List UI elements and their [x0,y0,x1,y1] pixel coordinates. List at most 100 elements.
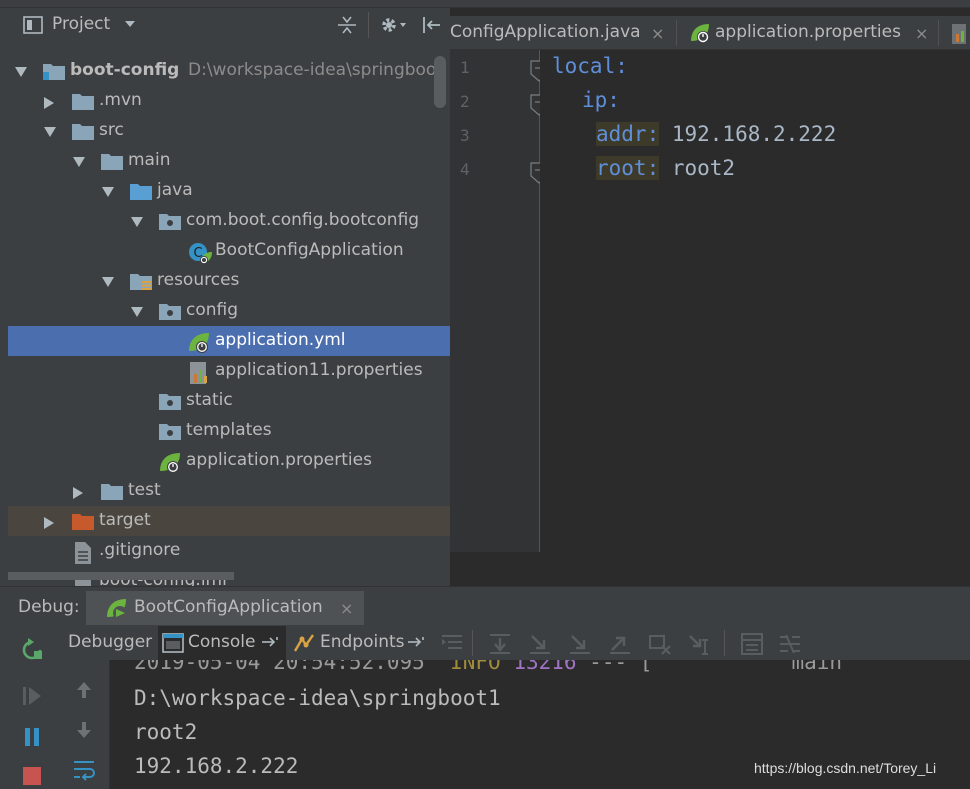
code-editor[interactable]: local: ip: addr: 192.168.2.222 root: root2 [540,50,970,552]
tree-item-label: .gitignore [99,540,181,560]
left-tool-strip [0,8,8,586]
toolbar-divider [724,630,725,656]
tree-item-label: test [128,480,161,500]
editor-empty-area [450,552,970,586]
project-panel-header: Project [8,12,450,52]
pause-icon[interactable] [22,726,42,748]
tree-item-application-properties[interactable]: application.properties [8,446,450,476]
project-view-icon [22,14,44,36]
restore-layout-icon[interactable] [262,636,280,648]
chevron-down-icon[interactable] [72,156,86,168]
collapse-all-icon[interactable] [336,14,358,36]
tab-overflow-file-icon[interactable] [950,22,970,46]
code-line: local: [552,54,628,78]
chevron-down-icon[interactable] [101,276,115,288]
text-file-icon [71,541,95,565]
chevron-right-icon[interactable] [43,516,55,530]
tree-item-mvn[interactable]: .mvn [8,86,450,116]
tab-configapplication-java[interactable]: ConfigApplication.java × [450,16,676,50]
tree-item-com-boot-config-bootconfig[interactable]: com.boot.config.bootconfig [8,206,450,236]
log-timestamp: 2019-05-04 20:54:52.095 [134,660,425,674]
folder-icon [71,91,95,111]
tree-item-label: static [186,390,233,410]
chevron-down-icon[interactable] [130,216,144,228]
package-icon [158,211,182,231]
chevron-right-icon[interactable] [72,486,84,500]
tree-item-label: BootConfigApplication [215,240,404,260]
arrow-down-icon[interactable] [74,720,94,740]
drop-frame-icon[interactable] [648,632,672,656]
soft-wrap-icon[interactable] [72,758,96,782]
restore-layout-icon[interactable] [408,636,426,648]
console-icon [162,632,184,654]
stop-icon[interactable] [22,766,42,786]
tree-scrollbar[interactable] [434,56,446,108]
step-over-icon[interactable] [488,632,512,656]
folder-icon [100,481,124,501]
tree-item-test[interactable]: test [8,476,450,506]
resume-icon[interactable] [20,684,44,708]
console-side-toolbar [58,660,110,789]
tree-item-label: application11.properties [215,360,423,380]
gear-icon[interactable] [378,14,408,36]
endpoints-icon [292,631,316,655]
tree-item-application-yml[interactable]: application.yml [8,326,450,356]
tree-item-label: resources [157,270,240,290]
console-line-log: 2019-05-04 20:54:52.095 INFO 13216 --- [… [134,660,842,674]
project-panel: Project boot-config D:\workspace-idea\spr… [8,8,450,586]
tab-application-properties[interactable]: application.properties × [686,16,938,50]
close-icon[interactable]: × [651,24,664,43]
module-path: D:\workspace-idea\springboot [188,60,443,80]
log-pid: 13216 [513,660,577,674]
tree-item-src[interactable]: src [8,116,450,146]
chevron-right-icon[interactable] [43,96,55,110]
hide-panel-icon[interactable] [420,14,442,36]
tree-item-gitignore[interactable]: .gitignore [8,536,450,566]
force-step-into-icon[interactable] [568,632,592,656]
run-to-cursor-icon[interactable] [688,632,712,656]
resources-folder-icon [129,271,153,291]
tree-item-static[interactable]: static [8,386,450,416]
evaluate-expression-icon[interactable] [740,632,764,656]
tree-item-bootconfigapplication[interactable]: C BootConfigApplication [8,236,450,266]
editor-gutter: 1 2 3 4 [450,50,548,552]
tree-horizontal-scrollbar[interactable] [8,572,234,580]
debug-panel-header: Debug: BootConfigApplication × [0,586,970,626]
log-thread: --- [ main [576,660,843,674]
step-out-icon[interactable] [608,632,632,656]
yaml-key: local: [552,54,628,78]
tab-endpoints[interactable]: Endpoints [320,632,405,652]
close-icon[interactable]: × [915,24,928,43]
chevron-down-icon[interactable] [124,20,136,28]
step-into-icon[interactable] [528,632,552,656]
chevron-down-icon[interactable] [101,186,115,198]
tree-item-main[interactable]: main [8,146,450,176]
debug-session-tab[interactable]: BootConfigApplication × [86,591,364,625]
spring-class-icon: C [187,241,213,265]
tree-item-target[interactable]: target [8,506,450,536]
chevron-down-icon[interactable] [130,306,144,318]
tree-item-templates[interactable]: templates [8,416,450,446]
source-folder-icon [129,181,153,201]
tree-item-resources[interactable]: resources [8,266,450,296]
console-tab-label: Console [188,632,256,652]
trace-stream-icon[interactable] [778,632,802,656]
tab-console[interactable]: Console [158,626,286,660]
package-icon [158,421,182,441]
project-panel-title[interactable]: Project [52,14,110,34]
tab-debugger[interactable]: Debugger [68,632,152,652]
arrow-up-icon[interactable] [74,680,94,700]
tree-item-java[interactable]: java [8,176,450,206]
tree-item-application11-properties[interactable]: application11.properties [8,356,450,386]
show-execution-point-icon[interactable] [440,632,464,654]
tree-item-boot-config[interactable]: boot-config D:\workspace-idea\springboot [8,56,450,86]
chevron-down-icon[interactable] [43,126,57,138]
rerun-icon[interactable] [20,638,44,662]
tree-item-label: .mvn [99,90,142,110]
chevron-down-icon[interactable] [14,66,28,78]
close-icon[interactable]: × [340,599,353,618]
spring-leaf-icon [688,21,712,45]
tree-item-config[interactable]: config [8,296,450,326]
spring-leaf-icon [158,451,184,475]
tree-item-label: config [186,300,239,320]
